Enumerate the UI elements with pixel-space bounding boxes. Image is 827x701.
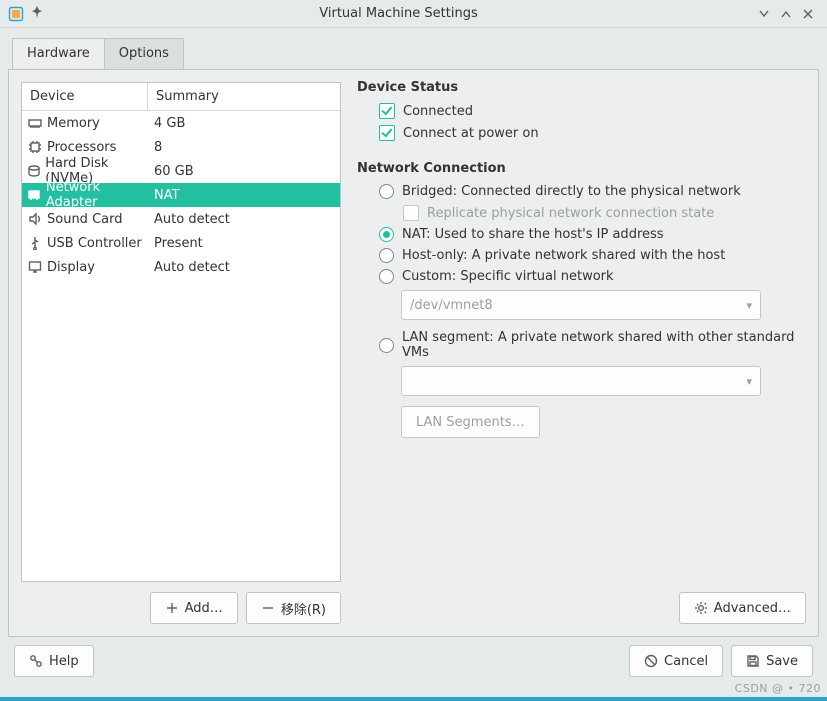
device-name: Display: [47, 260, 95, 275]
usb-icon: [27, 235, 43, 251]
device-name: Sound Card: [47, 212, 122, 227]
app-icon: [8, 6, 24, 22]
remove-button[interactable]: 移除(R): [246, 592, 341, 624]
advanced-button[interactable]: Advanced…: [679, 592, 806, 624]
titlebar: Virtual Machine Settings: [0, 0, 827, 28]
chevron-down-icon: ▾: [746, 299, 752, 312]
custom-network-select: /dev/vmnet8 ▾: [401, 290, 761, 320]
nat-radio[interactable]: [379, 227, 394, 242]
advanced-label: Advanced…: [714, 601, 791, 616]
device-summary: 8: [148, 140, 340, 155]
nic-icon: [27, 187, 42, 203]
table-row[interactable]: Memory 4 GB: [22, 111, 340, 135]
disk-icon: [27, 163, 41, 179]
network-connection-title: Network Connection: [357, 161, 806, 176]
cpu-icon: [27, 139, 43, 155]
hostonly-radio[interactable]: [379, 248, 394, 263]
cancel-label: Cancel: [664, 654, 708, 669]
save-button[interactable]: Save: [731, 645, 813, 677]
chevron-down-icon: ▾: [746, 375, 752, 388]
lan-segments-label: LAN Segments…: [416, 415, 525, 430]
bridged-label: Bridged: Connected directly to the physi…: [402, 184, 741, 199]
add-button-label: Add…: [185, 601, 223, 616]
pin-icon[interactable]: [30, 5, 44, 23]
device-summary: Auto detect: [148, 260, 340, 275]
device-settings-pane: Device Status Connected Connect at power…: [357, 80, 806, 624]
device-summary: NAT: [148, 188, 340, 203]
minus-icon: [261, 601, 275, 615]
device-name: USB Controller: [47, 236, 142, 251]
add-button[interactable]: Add…: [150, 592, 238, 624]
connected-label: Connected: [403, 104, 473, 119]
device-name: Processors: [47, 140, 116, 155]
close-button[interactable]: [797, 3, 819, 25]
memory-icon: [27, 115, 43, 131]
col-summary[interactable]: Summary: [148, 83, 340, 110]
device-table-header: Device Summary: [22, 83, 340, 111]
tabstrip: Hardware Options: [12, 38, 819, 69]
maximize-button[interactable]: [775, 3, 797, 25]
window-title: Virtual Machine Settings: [44, 6, 753, 21]
save-icon: [746, 654, 760, 668]
device-summary: Present: [148, 236, 340, 251]
remove-button-label: 移除(R): [281, 599, 326, 618]
nat-label: NAT: Used to share the host's IP address: [402, 227, 664, 242]
tab-panel: Device Summary Memory 4 GB Processors 8 …: [8, 69, 819, 637]
minimize-button[interactable]: [753, 3, 775, 25]
footer-strip: [0, 697, 827, 701]
display-icon: [27, 259, 43, 275]
help-icon: [29, 654, 43, 668]
device-name: Memory: [47, 116, 100, 131]
custom-radio[interactable]: [379, 269, 394, 284]
lansegment-label: LAN segment: A private network shared wi…: [402, 330, 806, 360]
lansegment-select: ▾: [401, 366, 761, 396]
sound-icon: [27, 211, 43, 227]
device-status-title: Device Status: [357, 80, 806, 95]
plus-icon: [165, 601, 179, 615]
watermark: CSDN @ • 720: [735, 682, 821, 695]
device-summary: Auto detect: [148, 212, 340, 227]
connected-checkbox[interactable]: [379, 103, 395, 119]
lan-segments-button: LAN Segments…: [401, 406, 540, 438]
save-label: Save: [766, 654, 798, 669]
device-table[interactable]: Device Summary Memory 4 GB Processors 8 …: [21, 82, 341, 582]
col-device[interactable]: Device: [22, 83, 148, 110]
custom-network-value: /dev/vmnet8: [410, 298, 493, 313]
help-label: Help: [49, 654, 79, 669]
connect-poweron-label: Connect at power on: [403, 126, 539, 141]
device-summary: 60 GB: [148, 164, 340, 179]
bridged-radio[interactable]: [379, 184, 394, 199]
hostonly-label: Host-only: A private network shared with…: [402, 248, 725, 263]
device-summary: 4 GB: [148, 116, 340, 131]
dialog-button-row: Help Cancel Save: [0, 641, 827, 681]
table-row[interactable]: Network Adapter NAT: [22, 183, 340, 207]
table-row[interactable]: Display Auto detect: [22, 255, 340, 279]
tab-options[interactable]: Options: [104, 38, 184, 69]
lansegment-radio[interactable]: [379, 338, 394, 353]
device-list-pane: Device Summary Memory 4 GB Processors 8 …: [21, 82, 341, 624]
dialog-body: Hardware Options Device Summary Memory 4…: [0, 28, 827, 637]
custom-label: Custom: Specific virtual network: [402, 269, 614, 284]
gear-icon: [694, 601, 708, 615]
tab-hardware[interactable]: Hardware: [12, 38, 105, 69]
table-row[interactable]: Sound Card Auto detect: [22, 207, 340, 231]
replicate-label: Replicate physical network connection st…: [427, 206, 714, 221]
connect-poweron-checkbox[interactable]: [379, 125, 395, 141]
cancel-icon: [644, 654, 658, 668]
table-row[interactable]: USB Controller Present: [22, 231, 340, 255]
device-name: Network Adapter: [46, 180, 148, 210]
help-button[interactable]: Help: [14, 645, 94, 677]
replicate-checkbox: [403, 205, 419, 221]
cancel-button[interactable]: Cancel: [629, 645, 723, 677]
